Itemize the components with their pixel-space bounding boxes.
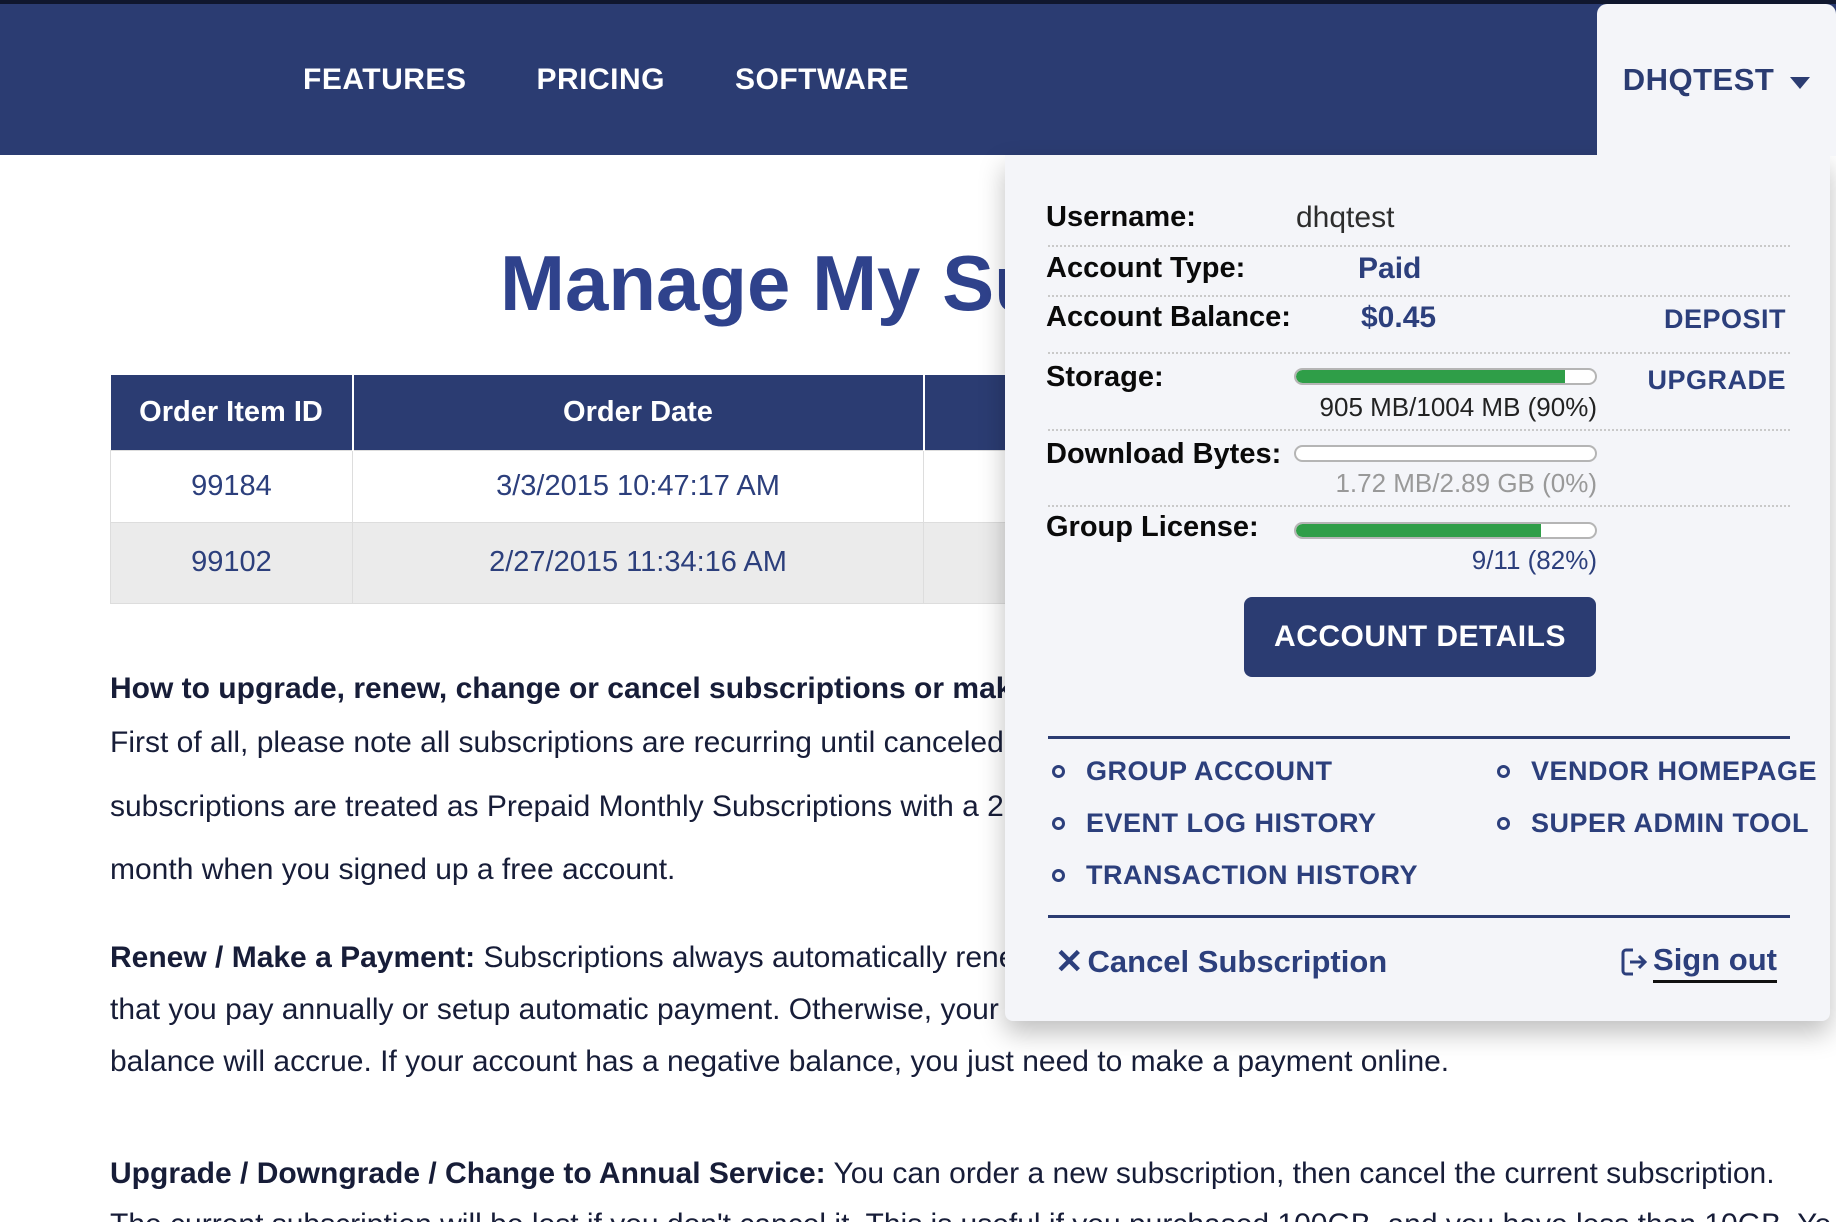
screen: FEATURES PRICING SOFTWARE DHQTEST Manage… bbox=[0, 0, 1836, 1222]
storage-progress-fill bbox=[1296, 370, 1565, 383]
order-date-cell: 3/3/2015 10:47:17 AM bbox=[353, 450, 924, 522]
group-license-caption: 9/11 (82%) bbox=[1097, 545, 1597, 576]
upgrade-text: You can order a new subscription, then c… bbox=[826, 1157, 1775, 1190]
link-label: VENDOR HOMEPAGE bbox=[1531, 756, 1817, 787]
divider bbox=[1048, 429, 1790, 431]
link-label: GROUP ACCOUNT bbox=[1086, 756, 1333, 787]
account-balance-label: Account Balance: bbox=[1046, 301, 1291, 334]
section-divider bbox=[1048, 736, 1790, 739]
order-item-id-cell[interactable]: 99184 bbox=[111, 450, 353, 522]
account-dropdown-panel: Username: dhqtest Account Type: Paid Acc… bbox=[1005, 155, 1830, 1021]
nav-item-pricing[interactable]: PRICING bbox=[536, 63, 665, 97]
renew-heading: Renew / Make a Payment: bbox=[110, 941, 475, 974]
super-admin-tool-link[interactable]: SUPER ADMIN TOOL bbox=[1497, 806, 1809, 840]
sign-out-icon bbox=[1617, 945, 1651, 979]
order-extra-cell bbox=[924, 522, 1006, 603]
event-log-history-link[interactable]: EVENT LOG HISTORY bbox=[1052, 806, 1377, 840]
download-caption: 1.72 MB/2.89 GB (0%) bbox=[1097, 468, 1597, 499]
storage-progress-bar bbox=[1294, 368, 1597, 385]
divider bbox=[1048, 295, 1790, 297]
column-header-order-date: Order Date bbox=[353, 375, 924, 450]
paragraph-line: First of all, please note all subscripti… bbox=[110, 726, 1004, 760]
account-balance-value: $0.45 bbox=[1361, 301, 1436, 335]
column-header-extra bbox=[924, 375, 1006, 450]
window-top-edge bbox=[0, 0, 1836, 4]
upgrade-heading: Upgrade / Downgrade / Change to Annual S… bbox=[110, 1157, 826, 1190]
order-extra-cell bbox=[924, 450, 1006, 522]
account-menu-tab[interactable]: DHQTEST bbox=[1597, 4, 1836, 156]
cancel-subscription-link[interactable]: ✕ Cancel Subscription bbox=[1055, 941, 1387, 983]
divider bbox=[1048, 352, 1790, 354]
column-header-order-item-id: Order Item ID bbox=[111, 375, 353, 450]
sign-out-link[interactable]: Sign out bbox=[1617, 941, 1777, 983]
top-navbar: FEATURES PRICING SOFTWARE bbox=[0, 4, 1836, 155]
group-license-progress-fill bbox=[1296, 524, 1541, 537]
x-close-icon: ✕ bbox=[1055, 945, 1084, 979]
chevron-down-icon bbox=[1790, 77, 1810, 89]
paragraph-line: month when you signed up a free account. bbox=[110, 853, 675, 887]
circle-bullet-icon bbox=[1052, 869, 1065, 882]
storage-label: Storage: bbox=[1046, 361, 1164, 394]
paragraph-line: balance will accrue. If your account has… bbox=[110, 1045, 1449, 1079]
paragraph-line-renew: Renew / Make a Payment: Subscriptions al… bbox=[110, 941, 1015, 975]
account-type-label: Account Type: bbox=[1046, 252, 1245, 285]
paragraph-heading-how-to: How to upgrade, renew, change or cancel … bbox=[110, 672, 1012, 706]
deposit-link[interactable]: DEPOSIT bbox=[1605, 304, 1786, 335]
paragraph-line: that you pay annually or setup automatic… bbox=[110, 993, 999, 1027]
group-account-link[interactable]: GROUP ACCOUNT bbox=[1052, 754, 1333, 788]
username-label: Username: bbox=[1046, 201, 1196, 234]
paragraph-line: The current subscription will be lost if… bbox=[110, 1208, 1831, 1222]
order-item-id-cell[interactable]: 99102 bbox=[111, 522, 353, 603]
circle-bullet-icon bbox=[1052, 765, 1065, 778]
divider bbox=[1048, 245, 1790, 247]
table-row: 99102 2/27/2015 11:34:16 AM bbox=[111, 522, 1006, 603]
upgrade-link[interactable]: UPGRADE bbox=[1605, 365, 1786, 396]
nav-item-features[interactable]: FEATURES bbox=[303, 63, 466, 97]
circle-bullet-icon bbox=[1497, 817, 1510, 830]
page-title: Manage My Su bbox=[500, 238, 1042, 329]
paragraph-line-upgrade: Upgrade / Downgrade / Change to Annual S… bbox=[110, 1157, 1775, 1191]
download-bytes-label: Download Bytes: bbox=[1046, 438, 1281, 471]
account-menu-label: DHQTEST bbox=[1623, 62, 1775, 98]
sign-out-label: Sign out bbox=[1653, 942, 1777, 983]
nav-item-software[interactable]: SOFTWARE bbox=[735, 63, 909, 97]
renew-text: Subscriptions always automatically rene bbox=[475, 941, 1015, 974]
account-type-value: Paid bbox=[1358, 252, 1421, 286]
cancel-subscription-label: Cancel Subscription bbox=[1088, 944, 1388, 980]
username-value: dhqtest bbox=[1296, 201, 1394, 235]
nav-links: FEATURES PRICING SOFTWARE bbox=[303, 4, 909, 155]
paragraph-line: subscriptions are treated as Prepaid Mon… bbox=[110, 790, 1004, 824]
group-license-progress-bar bbox=[1294, 522, 1597, 539]
transaction-history-link[interactable]: TRANSACTION HISTORY bbox=[1052, 858, 1418, 892]
link-label: EVENT LOG HISTORY bbox=[1086, 808, 1377, 839]
account-details-button[interactable]: ACCOUNT DETAILS bbox=[1244, 597, 1596, 677]
circle-bullet-icon bbox=[1497, 765, 1510, 778]
link-label: SUPER ADMIN TOOL bbox=[1531, 808, 1809, 839]
table-row: 99184 3/3/2015 10:47:17 AM bbox=[111, 450, 1006, 522]
link-label: TRANSACTION HISTORY bbox=[1086, 860, 1418, 891]
group-license-label: Group License: bbox=[1046, 511, 1259, 544]
storage-caption: 905 MB/1004 MB (90%) bbox=[1097, 392, 1597, 423]
circle-bullet-icon bbox=[1052, 817, 1065, 830]
orders-table: Order Item ID Order Date 99184 3/3/2015 … bbox=[110, 375, 1006, 604]
table-header-row: Order Item ID Order Date bbox=[111, 375, 1006, 450]
download-progress-bar bbox=[1294, 445, 1597, 462]
vendor-homepage-link[interactable]: VENDOR HOMEPAGE bbox=[1497, 754, 1817, 788]
section-divider bbox=[1048, 915, 1790, 918]
divider bbox=[1048, 505, 1790, 507]
order-date-cell: 2/27/2015 11:34:16 AM bbox=[353, 522, 924, 603]
